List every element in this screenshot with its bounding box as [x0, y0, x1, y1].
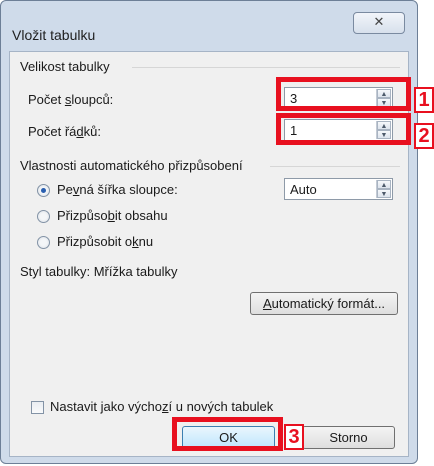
table-size-group-label: Velikost tabulky — [20, 59, 110, 74]
fixed-width-value: Auto — [290, 182, 317, 197]
rows-label: Počet řádků: — [28, 124, 101, 139]
spin-down-icon[interactable]: ▼ — [377, 189, 391, 198]
close-icon: ✕ — [373, 14, 385, 29]
close-button[interactable]: ✕ — [353, 12, 405, 34]
table-style-label: Styl tabulky: Mřížka tabulky — [20, 264, 178, 279]
radio-autofit-contents[interactable] — [37, 210, 50, 223]
annotation-number-1: 1 — [414, 87, 434, 113]
fixed-width-spinbox[interactable]: Auto ▲ ▼ — [284, 178, 393, 200]
highlight-box-columns — [276, 77, 411, 111]
spin-up-icon[interactable]: ▲ — [377, 180, 391, 189]
radio-fixed-width[interactable] — [37, 184, 50, 197]
highlight-box-ok — [172, 417, 283, 451]
columns-label: Počet sloupců: — [28, 92, 114, 107]
highlight-box-rows — [276, 113, 411, 145]
dialog-client-area: Velikost tabulky Počet sloupců: 3 ▲ ▼ Po… — [9, 51, 409, 457]
set-default-checkbox[interactable] — [31, 401, 44, 414]
radio-autofit-window[interactable] — [37, 236, 50, 249]
annotation-number-3: 3 — [284, 424, 304, 450]
dialog-title: Vložit tabulku — [12, 27, 96, 43]
cancel-button[interactable]: Storno — [302, 426, 395, 449]
group-divider — [132, 67, 400, 68]
set-default-label[interactable]: Nastavit jako výchozí u nových tabulek — [50, 399, 273, 414]
autofit-contents-label[interactable]: Přizpůsobit obsahu — [57, 208, 168, 223]
group-divider — [270, 166, 400, 167]
insert-table-dialog: Vložit tabulku ✕ Velikost tabulky Počet … — [0, 0, 418, 464]
autofit-group-label: Vlastnosti automatického přizpůsobení — [20, 158, 243, 173]
autoformat-button[interactable]: Automatický formát... — [250, 292, 398, 315]
autofit-window-label[interactable]: Přizpůsobit oknu — [57, 234, 153, 249]
fixed-width-spin-arrows[interactable]: ▲ ▼ — [376, 180, 391, 198]
annotation-number-2: 2 — [414, 123, 434, 149]
fixed-width-label[interactable]: Pevná šířka sloupce: — [57, 182, 178, 197]
